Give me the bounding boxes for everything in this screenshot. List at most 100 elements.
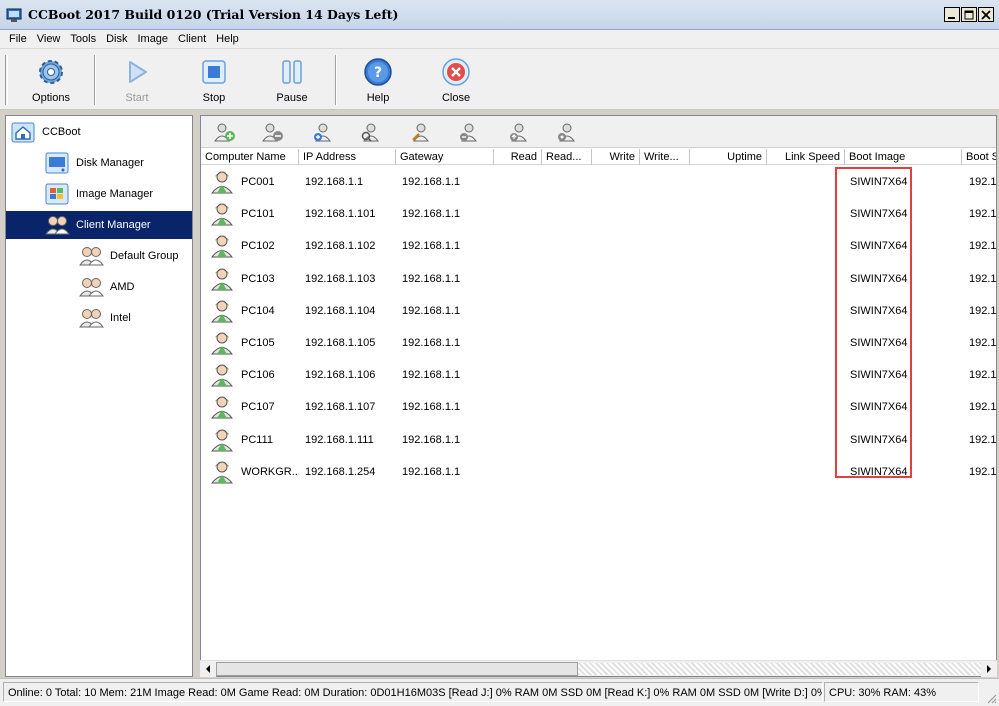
cell-computer-name: PC105: [207, 327, 299, 359]
cell-ip-address: 192.168.1.105: [305, 337, 376, 349]
cell-computer-name: PC103: [207, 263, 299, 295]
menu-bar: File View Tools Disk Image Client Help: [0, 30, 999, 48]
column-header: Computer Name IP Address Gateway Read Re…: [201, 149, 996, 165]
scroll-thumb[interactable]: [216, 662, 578, 676]
disable-client-icon[interactable]: [457, 120, 481, 144]
close-button[interactable]: Close: [421, 57, 491, 107]
col-write[interactable]: Write: [592, 149, 640, 165]
remove-client-icon[interactable]: [261, 120, 285, 144]
col-link-speed[interactable]: Link Speed: [767, 149, 845, 165]
col-uptime[interactable]: Uptime: [690, 149, 767, 165]
cell-gateway: 192.168.1.1: [402, 433, 461, 446]
computer-name-text: PC107: [241, 401, 275, 414]
maximize-button[interactable]: [961, 7, 977, 22]
menu-image[interactable]: Image: [132, 33, 173, 45]
stop-button[interactable]: Stop: [179, 57, 249, 107]
cell-gateway: 192.168.1.1: [402, 337, 461, 349]
menu-client[interactable]: Client: [173, 33, 211, 45]
tree-item-intel[interactable]: Intel: [78, 304, 190, 332]
search-client-icon[interactable]: [359, 120, 383, 144]
close-window-button[interactable]: [978, 7, 994, 22]
tree-item-image-manager[interactable]: Image Manager: [44, 180, 190, 208]
cell-boot-image: SIWIN7X64: [850, 176, 908, 188]
table-row[interactable]: PC103 192.168.1.103 192.168.1.1 SIWIN7X64 19…: [201, 263, 997, 295]
status-main: Online: 0 Total: 10 Mem: 21M Image Read:…: [3, 682, 823, 702]
col-write-extra[interactable]: Write...: [640, 149, 690, 165]
cell-boot-server: 192.1: [969, 176, 997, 188]
computer-user-icon: [211, 268, 233, 291]
menu-tools[interactable]: Tools: [65, 33, 101, 45]
status-bar: Online: 0 Total: 10 Mem: 21M Image Read:…: [0, 678, 999, 706]
cell-ip-address: 192.168.1.111: [305, 433, 374, 446]
table-row[interactable]: PC101 192.168.1.101 192.168.1.1 SIWIN7X64 19…: [201, 198, 996, 230]
table-row[interactable]: PC001 192.168.1.1 192.168.1.1 SIWIN7X64 192.…: [201, 166, 997, 198]
minimize-button[interactable]: [944, 7, 960, 22]
scroll-track[interactable]: [578, 663, 981, 675]
cell-boot-image: SIWIN7X64: [850, 240, 908, 253]
cell-gateway: 192.168.1.1: [402, 401, 461, 414]
col-computer-name[interactable]: Computer Name: [201, 149, 299, 165]
table-row[interactable]: PC111 192.168.1.111 192.168.1.1 SIWIN7X64 19…: [201, 424, 996, 456]
table-row[interactable]: PC107 192.168.1.107 192.168.1.1 SIWIN7X64 19…: [201, 391, 996, 423]
help-icon: ?: [364, 58, 392, 86]
tree-amd-label: AMD: [110, 281, 135, 293]
cell-boot-server: 192.1: [969, 337, 997, 349]
table-row[interactable]: PC102 192.168.1.102 192.168.1.1 SIWIN7X64 19…: [201, 230, 996, 262]
minimize-icon: [948, 16, 955, 19]
tree-item-amd[interactable]: AMD: [78, 273, 190, 301]
cell-computer-name: PC107: [207, 391, 299, 423]
arrow-right-icon: [987, 665, 991, 673]
pause-label: Pause: [276, 92, 308, 104]
cell-boot-server: 192.1: [969, 272, 997, 285]
scroll-right-button[interactable]: [981, 661, 997, 677]
cell-boot-image: SIWIN7X64: [850, 433, 908, 446]
add-user-icon[interactable]: [311, 120, 335, 144]
options-button[interactable]: Options: [16, 57, 86, 107]
col-read-extra[interactable]: Read...: [542, 149, 592, 165]
table-row[interactable]: WORKGR... 192.168.1.254 192.168.1.1 SIWIN7X…: [201, 456, 997, 488]
menu-help[interactable]: Help: [211, 33, 244, 45]
tree-item-disk-manager[interactable]: Disk Manager: [44, 149, 190, 177]
computer-name-text: PC104: [241, 304, 275, 317]
help-button[interactable]: ? Help: [343, 57, 413, 107]
col-boot-image[interactable]: Boot Image: [845, 149, 962, 165]
col-gateway[interactable]: Gateway: [396, 149, 494, 165]
col-ip-address[interactable]: IP Address: [299, 149, 396, 165]
upload-client-icon[interactable]: [507, 120, 531, 144]
home-icon: [11, 122, 35, 143]
scroll-left-button[interactable]: [200, 661, 216, 677]
cell-computer-name: WORKGR...: [207, 456, 299, 488]
tree-item-client-manager[interactable]: Client Manager: [6, 211, 192, 239]
cell-computer-name: PC106: [207, 359, 299, 391]
cell-boot-image: SIWIN7X64: [850, 369, 908, 382]
gear-icon: [39, 60, 63, 84]
client-list-pane: Computer Name IP Address Gateway Read Re…: [200, 115, 997, 677]
resize-grip-icon[interactable]: [985, 692, 997, 704]
menu-file[interactable]: File: [4, 33, 32, 45]
horizontal-scrollbar[interactable]: [200, 660, 997, 677]
table-row[interactable]: PC105 192.168.1.105 192.168.1.1 SIWIN7X64 19…: [201, 327, 997, 359]
cell-boot-server: 192.1: [969, 465, 997, 478]
col-boot-server[interactable]: Boot S: [962, 149, 996, 165]
stop-label: Stop: [202, 92, 226, 104]
menu-disk[interactable]: Disk: [101, 33, 132, 45]
tree-root-ccboot[interactable]: CCBoot: [10, 118, 190, 146]
pause-button[interactable]: Pause: [257, 57, 327, 107]
edit-client-icon[interactable]: [409, 120, 433, 144]
start-button[interactable]: Start: [102, 57, 172, 107]
computer-name-text: PC103: [241, 272, 275, 285]
group-icon: [79, 309, 104, 328]
client-settings-icon[interactable]: [555, 120, 579, 144]
table-row[interactable]: PC106 192.168.1.106 192.168.1.1 SIWIN7X64 19…: [201, 359, 996, 391]
add-client-icon[interactable]: [213, 120, 237, 144]
computer-user-icon: [211, 332, 233, 355]
start-label: Start: [125, 92, 149, 104]
toolbar-grip[interactable]: [5, 55, 8, 105]
cell-gateway: 192.168.1.1: [402, 304, 461, 317]
tree-intel-label: Intel: [110, 312, 131, 324]
cell-ip-address: 192.168.1.107: [305, 401, 376, 414]
table-row[interactable]: PC104 192.168.1.104 192.168.1.1 SIWIN7X64 19…: [201, 295, 996, 327]
col-read[interactable]: Read: [494, 149, 542, 165]
tree-item-default-group[interactable]: Default Group: [78, 242, 190, 270]
menu-view[interactable]: View: [32, 33, 66, 45]
